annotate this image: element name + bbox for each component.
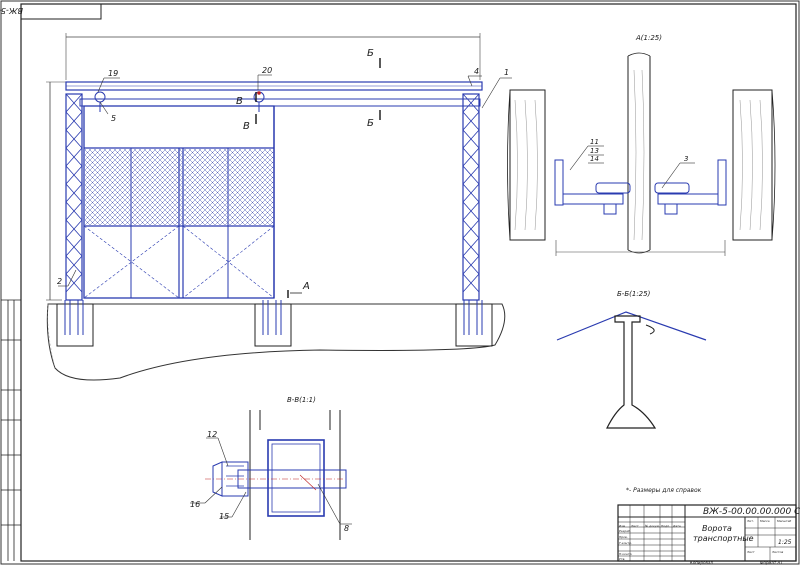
svg-text:Б: Б <box>367 48 374 59</box>
left-column <box>65 93 83 301</box>
tb-h-list: Лист <box>630 524 639 528</box>
tb-h-nkontr: Н.контр. <box>619 552 632 556</box>
pos-1: 1 <box>504 68 509 77</box>
rotated-code-text: ВЖ-5-00.00.00.000 СБ <box>0 6 23 15</box>
section-mark-v-bottom: В <box>243 114 257 132</box>
tb-h-data: Дата <box>672 524 681 528</box>
footer-copied: Копировал <box>690 560 713 565</box>
sheet-inner-frame <box>20 3 797 562</box>
pos-14: 14 <box>590 155 599 163</box>
pos-8: 8 <box>344 524 349 533</box>
view-b-title: Б-Б(1:25) <box>617 290 651 298</box>
title-block-scale: 1:25 <box>778 539 792 546</box>
pos-12: 12 <box>207 430 217 439</box>
left-margin-stamps <box>1 299 21 561</box>
view-v: В-В(1:1) 12 16 15 8 <box>190 396 352 540</box>
title-block-name-1: Ворота <box>702 524 732 533</box>
section-mark-b-bottom: Б <box>367 110 381 129</box>
pos-3: 3 <box>684 155 688 163</box>
tb-h-podp: Подп. <box>661 524 670 528</box>
section-mark-b-top: Б <box>367 48 381 68</box>
svg-text:А: А <box>302 281 310 292</box>
tb-h-doc: № докум. <box>644 524 660 528</box>
pos-11: 11 <box>590 138 599 146</box>
tb-h-razrab: Разраб. <box>619 529 631 533</box>
tb-h-masshtab: Масштаб <box>777 519 791 523</box>
view-a: А(1:25) 11 13 14 3 <box>507 34 776 256</box>
pos-13: 13 <box>590 147 599 155</box>
svg-text:Б: Б <box>367 118 374 129</box>
svg-text:В: В <box>243 121 250 132</box>
pos-15: 15 <box>219 512 229 521</box>
view-a-title: А(1:25) <box>635 34 662 42</box>
svg-text:В: В <box>236 96 243 107</box>
tb-h-izm: Изм <box>619 524 626 528</box>
view-v-title: В-В(1:1) <box>287 396 316 404</box>
footer-format: Формат А1 <box>760 560 783 565</box>
tb-h-lit: Лит. <box>746 519 754 523</box>
pos-2: 2 <box>57 277 62 286</box>
mesh-panel <box>85 149 273 225</box>
main-gate-view: А Б Б В В 19 5 20 4 1 2 <box>46 33 512 381</box>
pos-4: 5 <box>111 114 116 123</box>
pos-16: 16 <box>190 500 200 509</box>
view-b: Б-Б(1:25) <box>556 290 707 429</box>
tb-h-massa: Масса <box>760 519 770 523</box>
rotated-code-box: ВЖ-5-00.00.00.000 СБ <box>0 3 102 20</box>
reference-note: *- Размеры для справок <box>626 487 702 494</box>
technical-drawing: ВЖ-5-00.00.00.000 СБ <box>0 0 800 565</box>
tb-h-tkontr: Т.контр. <box>619 541 632 545</box>
tb-h-sheets: Листов <box>771 550 783 554</box>
pos-5: 4 <box>474 67 479 76</box>
section-mark-a: А <box>287 281 310 298</box>
right-column <box>462 93 480 301</box>
tb-h-prov: Пров. <box>619 535 628 539</box>
title-block-name-2: транспортные <box>693 534 754 543</box>
tb-h-sheet: Лист <box>746 550 755 554</box>
pos-20: 19 <box>108 69 118 78</box>
pos-19: 20 <box>262 66 272 75</box>
sheet-outer-frame <box>0 0 800 565</box>
tb-h-utv: Утв. <box>619 557 625 561</box>
title-block-code: ВЖ-5-00.00.00.000 СБ <box>703 507 800 517</box>
